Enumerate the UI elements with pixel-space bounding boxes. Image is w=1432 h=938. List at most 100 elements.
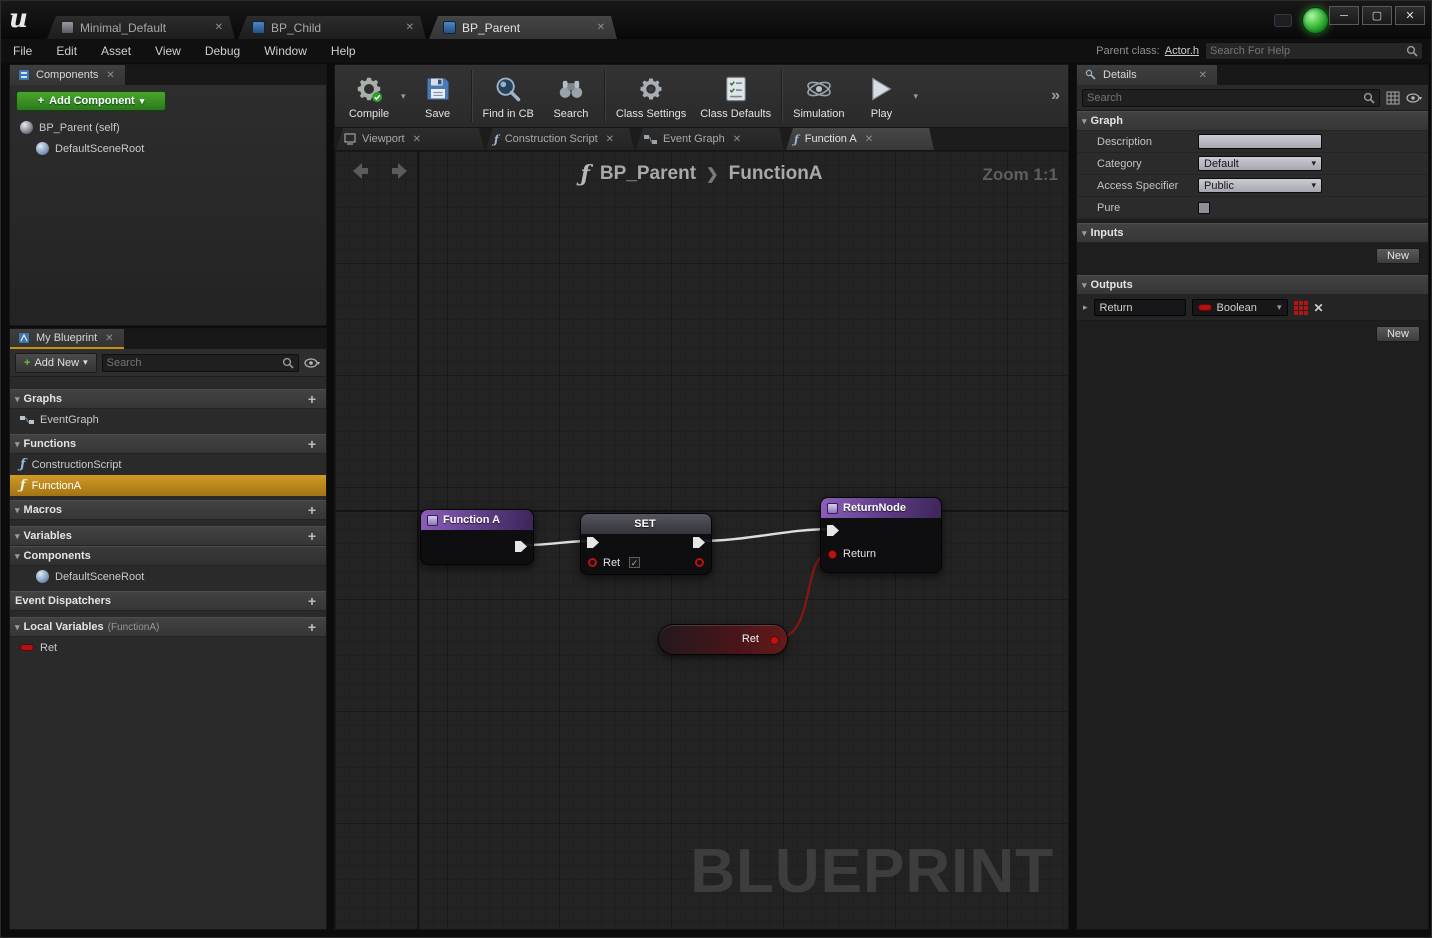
exec-output-pin[interactable] [692, 536, 706, 549]
pure-checkbox[interactable] [1198, 201, 1210, 214]
variable-row-defaultsceneroot[interactable]: DefaultSceneRoot [10, 566, 326, 587]
window-tab-bp-child[interactable]: BP_Child ✕ [238, 16, 426, 39]
category-dropdown[interactable]: Default ▾ [1198, 156, 1322, 171]
window-tab-bp-parent[interactable]: BP_Parent ✕ [429, 16, 617, 39]
exec-output-pin[interactable] [514, 540, 528, 553]
inputs-section-header[interactable]: ▾ Inputs [1077, 223, 1428, 243]
help-search-input[interactable] [1210, 45, 1406, 57]
property-matrix-icon[interactable] [1386, 91, 1400, 105]
details-search-input[interactable] [1087, 91, 1363, 104]
access-specifier-dropdown[interactable]: Public ▾ [1198, 178, 1322, 193]
find-in-cb-button[interactable]: Find in CB [476, 67, 541, 125]
compile-options-caret-icon[interactable]: ▾ [399, 91, 408, 102]
inputs-new-button[interactable]: New [1375, 248, 1420, 264]
node-function-a[interactable]: Function A [420, 509, 534, 565]
save-button[interactable]: Save [408, 67, 468, 125]
node-header[interactable]: SET [581, 514, 711, 534]
expand-icon[interactable]: ▸ [1083, 302, 1088, 313]
menu-debug[interactable]: Debug [193, 39, 252, 63]
toolbar-overflow-icon[interactable]: » [1051, 87, 1064, 105]
node-set-ret[interactable]: SET Ret ✓ [580, 513, 712, 575]
graphs-section-header[interactable]: ▾ Graphs + [10, 389, 326, 409]
bool-return-pin[interactable] [828, 550, 837, 559]
description-field[interactable] [1198, 134, 1322, 149]
minimize-button[interactable]: ─ [1329, 6, 1359, 25]
add-function-button[interactable]: + [303, 436, 321, 452]
close-icon[interactable]: ✕ [595, 22, 607, 33]
tab-event-graph[interactable]: Event Graph ✕ [636, 128, 784, 150]
node-header[interactable]: Function A [421, 510, 533, 530]
bool-output-pin[interactable] [695, 558, 704, 567]
tab-details[interactable]: Details ✕ [1077, 65, 1217, 85]
remove-output-icon[interactable]: ✕ [1314, 301, 1324, 315]
close-icon[interactable]: ✕ [1197, 70, 1209, 81]
bool-input-pin[interactable] [588, 558, 597, 567]
tab-viewport[interactable]: Viewport ✕ [336, 128, 484, 150]
source-control-status-icon[interactable] [1302, 7, 1329, 34]
container-type-icon[interactable] [1293, 300, 1308, 315]
functions-section-header[interactable]: ▾ Functions + [10, 434, 326, 454]
close-icon[interactable]: ✕ [411, 134, 423, 145]
local-variable-row-ret[interactable]: Ret [10, 637, 326, 658]
close-icon[interactable]: ✕ [404, 22, 416, 33]
close-icon[interactable]: ✕ [604, 134, 616, 145]
feedback-bubble-icon[interactable] [1274, 14, 1292, 27]
add-macro-button[interactable]: + [303, 502, 321, 518]
variables-section-header[interactable]: ▾ Variables + [10, 526, 326, 546]
class-settings-button[interactable]: Class Settings [609, 67, 693, 125]
menu-asset[interactable]: Asset [89, 39, 143, 63]
add-graph-button[interactable]: + [303, 391, 321, 407]
parent-class-link[interactable]: Actor.h [1165, 45, 1199, 57]
function-row-functiona[interactable]: ƒ FunctionA [10, 475, 326, 496]
close-icon[interactable]: ✕ [863, 134, 875, 145]
close-button[interactable]: ✕ [1395, 6, 1425, 25]
menu-help[interactable]: Help [319, 39, 368, 63]
add-component-button[interactable]: + Add Component ▾ [16, 91, 166, 111]
class-defaults-button[interactable]: Class Defaults [693, 67, 778, 125]
display-filter-eye-icon[interactable] [1406, 92, 1423, 104]
variables-components-category[interactable]: ▾ Components [10, 546, 326, 566]
exec-input-pin[interactable] [586, 536, 600, 549]
local-variables-section-header[interactable]: ▾ Local Variables (FunctionA) + [10, 617, 326, 637]
my-blueprint-search-input[interactable] [106, 356, 282, 369]
close-icon[interactable]: ✕ [213, 22, 225, 33]
graph-editor[interactable]: ƒ BP_Parent ❯ FunctionA Zoom 1:1 Functio… [334, 150, 1069, 930]
function-row-constructionscript[interactable]: ƒ ConstructionScript [10, 454, 326, 475]
compile-button[interactable]: Compile [339, 67, 399, 125]
menu-view[interactable]: View [143, 39, 193, 63]
close-icon[interactable]: ✕ [103, 333, 115, 344]
tab-construction-script[interactable]: ƒ Construction Script ✕ [486, 128, 634, 150]
node-return[interactable]: ReturnNode Return [820, 497, 942, 573]
menu-window[interactable]: Window [252, 39, 319, 63]
output-type-dropdown[interactable]: Boolean ▾ [1191, 299, 1288, 316]
close-icon[interactable]: ✕ [731, 134, 743, 145]
output-name-field[interactable]: Return [1093, 299, 1186, 316]
bool-output-pin[interactable] [770, 636, 779, 645]
visibility-filter-eye-icon[interactable] [304, 357, 321, 369]
play-options-caret-icon[interactable]: ▾ [911, 91, 920, 102]
event-dispatchers-section-header[interactable]: Event Dispatchers + [10, 591, 326, 611]
add-variable-button[interactable]: + [303, 528, 321, 544]
node-header[interactable]: ReturnNode [821, 498, 941, 518]
tab-components[interactable]: Components ✕ [10, 65, 125, 85]
add-event-dispatcher-button[interactable]: + [303, 593, 321, 609]
menu-edit[interactable]: Edit [44, 39, 89, 63]
window-tab-minimal-default[interactable]: Minimal_Default ✕ [47, 16, 235, 39]
exec-input-pin[interactable] [826, 524, 840, 537]
maximize-button[interactable]: ▢ [1362, 6, 1392, 25]
close-icon[interactable]: ✕ [104, 70, 116, 81]
outputs-section-header[interactable]: ▾ Outputs [1077, 275, 1428, 295]
node-get-ret[interactable]: Ret [658, 624, 788, 655]
tab-my-blueprint[interactable]: My Blueprint ✕ [10, 329, 124, 349]
menu-file[interactable]: File [1, 39, 44, 63]
search-button[interactable]: Search [541, 67, 601, 125]
simulation-button[interactable]: Simulation [786, 67, 851, 125]
component-row-self[interactable]: BP_Parent (self) [10, 117, 326, 138]
outputs-new-button[interactable]: New [1375, 326, 1420, 342]
bool-value-checkbox[interactable]: ✓ [629, 557, 640, 568]
graph-row-eventgraph[interactable]: EventGraph [10, 409, 326, 430]
component-row-defaultsceneroot[interactable]: DefaultSceneRoot [10, 138, 326, 159]
graph-section-header[interactable]: ▾ Graph [1077, 111, 1428, 131]
tab-function-a[interactable]: ƒ Function A ✕ [786, 128, 934, 150]
macros-section-header[interactable]: ▾ Macros + [10, 500, 326, 520]
